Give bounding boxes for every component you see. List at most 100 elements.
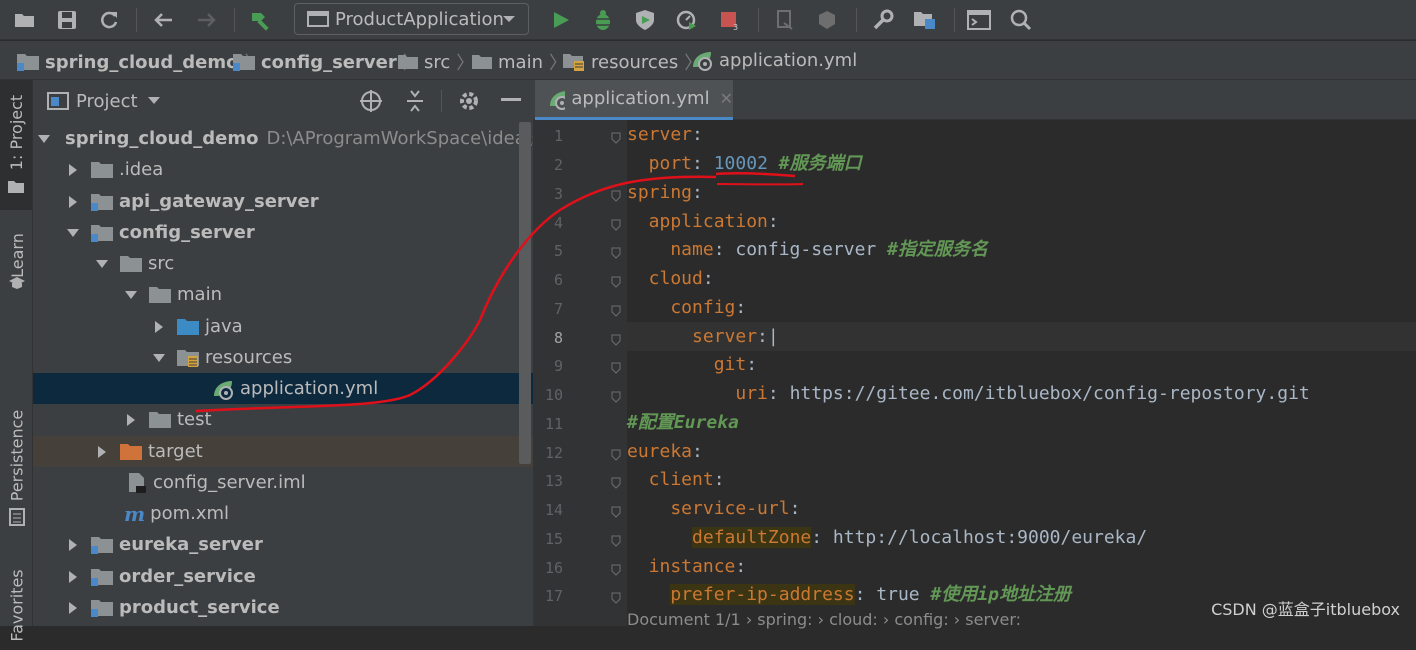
minimize-icon[interactable] [501,98,521,102]
code-line[interactable]: application: [627,207,779,236]
tree-row-resources[interactable]: resources [33,342,533,373]
fold-marker-icon[interactable] [611,561,621,573]
code-line[interactable]: eureka: [627,437,703,466]
database-icon[interactable] [814,7,840,33]
code-area[interactable]: server: port: 10002 #服务端口spring: applica… [627,120,1416,626]
tree-row-idea[interactable]: .idea [33,154,533,185]
favorites-tool-tab[interactable]: Favorites [2,560,32,650]
code-line[interactable]: uri: https://gitee.com/itbluebox/config-… [627,379,1310,408]
tree-row-config-server-iml[interactable]: config_server.iml [33,467,533,498]
tree-row-application-yml[interactable]: application.yml [33,373,533,404]
forward-icon[interactable] [194,7,220,33]
breadcrumb-item-file[interactable]: application.yml [690,49,857,71]
collapsed-arrow-icon[interactable] [66,195,80,209]
expanded-arrow-icon[interactable] [124,288,138,302]
open-icon[interactable] [12,7,38,33]
fold-marker-icon[interactable] [611,244,621,256]
tree-row-target[interactable]: target [33,436,533,467]
expanded-arrow-icon[interactable] [152,351,166,365]
tree-row-java[interactable]: java [33,311,533,342]
code-line[interactable]: #配置Eureka [627,408,739,437]
fold-marker-icon[interactable] [611,446,621,458]
save-icon[interactable] [54,7,80,33]
chevron-down-icon[interactable] [147,96,161,106]
profile-icon[interactable] [674,7,700,33]
run-icon[interactable] [548,7,574,33]
build-icon[interactable] [248,7,274,33]
gear-icon[interactable] [457,89,481,113]
fold-marker-icon[interactable] [611,474,621,486]
code-line[interactable]: config: [627,293,746,322]
tree-row-order-service[interactable]: order_service [33,561,533,592]
collapsed-arrow-icon[interactable] [66,538,80,552]
fold-marker-icon[interactable] [611,129,621,141]
debug-icon[interactable] [590,7,616,33]
close-icon[interactable]: ✕ [720,89,733,108]
sync-icon[interactable] [96,7,122,33]
tree-row-main[interactable]: main [33,279,533,310]
breadcrumb-item-src[interactable]: src〉 [397,49,474,75]
code-line[interactable]: service-url: [627,494,800,523]
tab-application-yml[interactable]: application.yml ✕ [535,80,733,120]
fold-marker-icon[interactable] [611,589,621,601]
project-panel-title[interactable]: Project [76,91,138,112]
breadcrumb-item-module[interactable]: config_server〉 [232,49,421,75]
settings-icon[interactable] [870,7,896,33]
fold-marker-icon[interactable] [611,187,621,199]
code-line[interactable]: server: [627,120,703,149]
code-line[interactable]: instance: [627,552,746,581]
code-line[interactable]: prefer-ip-address: true #使用ip地址注册 [627,580,1071,609]
tree-row-eureka-server[interactable]: eureka_server [33,529,533,560]
tree-row-spring-cloud-demo[interactable]: spring_cloud_demo D:\AProgramWorkSpace\i… [33,123,533,154]
collapsed-arrow-icon[interactable] [66,163,80,177]
breadcrumb-item-resources[interactable]: resources〉 [562,49,702,75]
terminal-icon[interactable] [966,7,992,33]
collapse-all-icon[interactable] [403,89,427,113]
breadcrumb-item-project[interactable]: spring_cloud_demo〉 [16,49,262,75]
code-line[interactable]: spring: [627,178,703,207]
collapsed-arrow-icon[interactable] [152,320,166,334]
collapsed-arrow-icon[interactable] [66,570,80,584]
locate-icon[interactable] [359,89,383,113]
persistence-tool-tab[interactable]: Persistence [2,400,32,510]
fold-marker-icon[interactable] [611,503,621,515]
collapsed-arrow-icon[interactable] [66,601,80,615]
fold-marker-icon[interactable] [611,273,621,285]
project-tool-tab[interactable]: 1: Project [0,80,32,210]
expanded-arrow-icon[interactable] [95,257,109,271]
fold-marker-icon[interactable] [611,532,621,544]
coverage-icon[interactable] [632,7,658,33]
code-line[interactable]: port: 10002 #服务端口 [627,149,862,178]
editor-tabbar: application.yml ✕ [533,80,1416,120]
project-structure-icon[interactable] [912,7,938,33]
project-scrollbar[interactable] [519,122,531,464]
fold-marker-icon[interactable] [611,359,621,371]
collapsed-arrow-icon[interactable] [95,445,109,459]
tree-row-test[interactable]: test [33,404,533,435]
tree-row-product-service[interactable]: product_service [33,592,533,623]
code-line[interactable]: cloud: [627,264,714,293]
code-line[interactable]: git: [627,350,757,379]
tree-row-src[interactable]: src [33,248,533,279]
attach-icon[interactable] [772,7,798,33]
fold-marker-icon[interactable] [611,388,621,400]
fold-marker-icon[interactable] [611,302,621,314]
code-line[interactable]: client: [627,465,725,494]
expanded-arrow-icon[interactable] [66,226,80,240]
code-line[interactable]: defaultZone: http://localhost:9000/eurek… [627,523,1147,552]
expanded-arrow-icon[interactable] [38,132,50,146]
code-line[interactable]: name: config-server #指定服务名 [627,235,988,264]
fold-marker-icon[interactable] [611,331,621,343]
code-line[interactable]: server:| [627,322,779,351]
breadcrumb-item-main[interactable]: main〉 [471,49,567,75]
stop-icon[interactable]: 3 [716,7,742,33]
back-icon[interactable] [150,7,176,33]
search-icon[interactable] [1008,7,1034,33]
run-config-select[interactable]: ProductApplication [294,3,529,35]
tree-row-config-server[interactable]: config_server [33,217,533,248]
tree-row-api-gateway-server[interactable]: api_gateway_server [33,186,533,217]
collapsed-arrow-icon[interactable] [124,413,138,427]
code-token: : [714,469,725,490]
fold-marker-icon[interactable] [611,216,621,228]
tree-row-pom-xml[interactable]: m pom.xml [33,498,533,529]
